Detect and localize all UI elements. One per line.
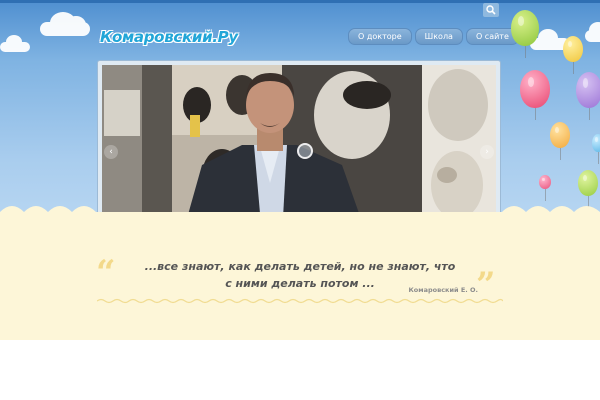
slider-pagination-dot[interactable] [297,143,313,159]
quote-close-mark: ” [476,265,496,305]
cloud-decoration [40,12,90,36]
wavy-divider [97,298,503,304]
balloon-decoration [578,170,598,208]
balloon-decoration [576,72,600,120]
balloon-decoration [520,70,550,120]
balloon-decoration [592,134,600,164]
nav-item-school[interactable]: Школа [414,28,463,45]
slider-prev-button[interactable]: ‹ [104,145,118,159]
balloon-decoration [563,36,583,74]
chevron-right-icon: › [485,146,489,157]
chevron-left-icon: ‹ [109,146,113,157]
main-nav: О докторе Школа О сайте [348,28,519,45]
nav-item-about-doctor[interactable]: О докторе [348,28,412,45]
magnifier-icon [486,5,496,15]
quote-open-mark: “ [96,253,116,293]
cloud-decoration [585,22,600,42]
cloud-decoration [0,35,30,52]
slider-next-button[interactable]: › [480,145,494,159]
top-bar [0,0,600,3]
balloon-decoration [511,10,539,58]
site-logo[interactable]: Комаровский.Ру [100,28,238,46]
quote-author: Комаровский Е. О. [408,286,478,294]
balloon-decoration [539,175,551,201]
balloon-decoration [550,122,570,160]
search-button[interactable] [483,3,499,17]
wave-edge [0,206,600,224]
